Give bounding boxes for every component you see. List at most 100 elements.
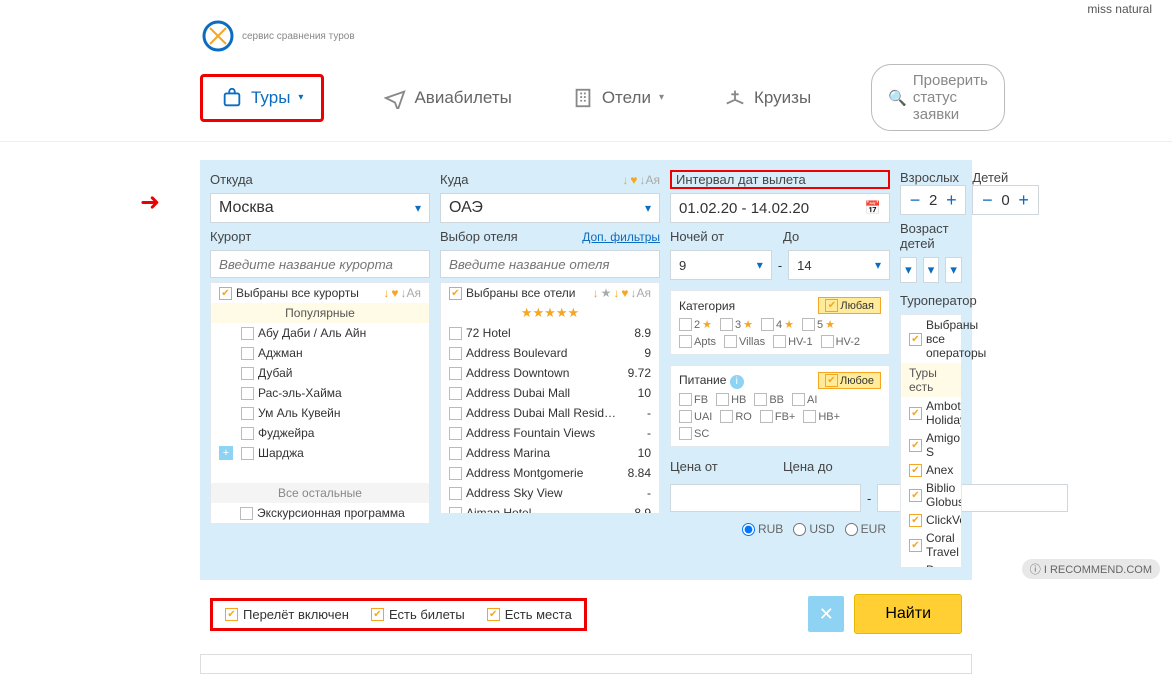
currency-eur[interactable]: EUR bbox=[845, 522, 886, 536]
expand-icon[interactable]: + bbox=[219, 446, 233, 460]
plus-button[interactable]: + bbox=[1010, 186, 1038, 214]
checkbox[interactable]: ✔ bbox=[449, 407, 462, 420]
to-select[interactable]: ОАЭ ▾ bbox=[440, 193, 660, 223]
sort-icons[interactable]: ↓♥ ↓Aя bbox=[383, 286, 421, 300]
nav-flights[interactable]: Авиабилеты bbox=[384, 87, 511, 109]
nav-tours[interactable]: Туры ▾ bbox=[200, 74, 324, 122]
resort-item[interactable]: Ум Аль Кувейн bbox=[258, 406, 341, 420]
resort-item[interactable]: Шарджа bbox=[258, 446, 304, 460]
checkbox[interactable]: ✔ bbox=[909, 333, 922, 346]
check-status-button[interactable]: 🔍 Проверить статус заявки bbox=[871, 64, 1005, 131]
checkbox[interactable]: ✔ bbox=[241, 427, 254, 440]
checkbox[interactable]: ✔ bbox=[241, 407, 254, 420]
hotel-item[interactable]: Address Dubai Mall Resid… bbox=[466, 406, 616, 420]
operator-item[interactable]: De Visu bbox=[926, 563, 953, 567]
checkbox[interactable]: ✔ bbox=[241, 327, 254, 340]
opt-flight-included[interactable]: ✔Перелёт включен bbox=[225, 607, 349, 622]
star-5[interactable]: ✔ 5★ bbox=[802, 318, 835, 331]
star-3[interactable]: ✔ 3★ bbox=[720, 318, 753, 331]
nights-to-select[interactable]: 14▾ bbox=[788, 250, 890, 280]
operator-item[interactable]: Amigo S bbox=[926, 431, 960, 459]
checkbox[interactable]: ✔ bbox=[449, 347, 462, 360]
age-select[interactable]: ▾ bbox=[945, 257, 962, 283]
star-4[interactable]: ✔ 4★ bbox=[761, 318, 794, 331]
adults-stepper[interactable]: − 2 + bbox=[900, 185, 966, 215]
minus-button[interactable]: − bbox=[901, 186, 929, 214]
meal-HB[interactable]: ✔ HB bbox=[716, 393, 746, 406]
roomtype-HV-1[interactable]: ✔ HV-1 bbox=[773, 335, 812, 348]
minus-button[interactable]: − bbox=[973, 186, 1001, 214]
checkbox[interactable]: ✔ bbox=[449, 487, 462, 500]
checkbox[interactable]: ✔ bbox=[241, 347, 254, 360]
checkbox[interactable]: ✔ bbox=[449, 427, 462, 440]
badge-any-meal[interactable]: ✔Любое bbox=[818, 372, 881, 389]
checkbox[interactable]: ✔ bbox=[449, 387, 462, 400]
meal-SC[interactable]: ✔ SC bbox=[679, 427, 709, 440]
meal-HB+[interactable]: ✔ HB+ bbox=[803, 410, 840, 423]
meal-UAI[interactable]: ✔ UAI bbox=[679, 410, 712, 423]
checkbox[interactable]: ✔ bbox=[909, 464, 922, 477]
checkbox[interactable]: ✔ bbox=[909, 539, 922, 552]
from-select[interactable]: Москва ▾ bbox=[210, 193, 430, 223]
hotel-item[interactable]: Address Fountain Views bbox=[466, 426, 595, 440]
meal-FB+[interactable]: ✔ FB+ bbox=[760, 410, 795, 423]
resort-input[interactable] bbox=[210, 250, 430, 278]
currency-rub[interactable]: RUB bbox=[742, 522, 783, 536]
checkbox[interactable]: ✔ bbox=[909, 514, 922, 527]
close-button[interactable]: ✕ bbox=[808, 596, 844, 632]
operator-item[interactable]: Biblio Globus bbox=[926, 481, 961, 509]
age-select[interactable]: ▾ bbox=[923, 257, 940, 283]
roomtype-HV-2[interactable]: ✔ HV-2 bbox=[821, 335, 860, 348]
hotel-item[interactable]: Address Boulevard bbox=[466, 346, 567, 360]
hotel-item[interactable]: Address Montgomerie bbox=[466, 466, 583, 480]
checkbox[interactable]: ✔ bbox=[449, 467, 462, 480]
checkbox[interactable]: ✔ bbox=[219, 287, 232, 300]
hotel-item[interactable]: 72 Hotel bbox=[466, 326, 511, 340]
operator-item[interactable]: Anex bbox=[926, 463, 953, 477]
meal-BB[interactable]: ✔ BB bbox=[754, 393, 784, 406]
checkbox[interactable]: ✔ bbox=[449, 447, 462, 460]
hotel-item[interactable]: Address Marina bbox=[466, 446, 550, 460]
resort-item[interactable]: Дубай bbox=[258, 366, 293, 380]
hotel-item[interactable]: Address Downtown bbox=[466, 366, 569, 380]
find-button[interactable]: Найти bbox=[854, 594, 962, 634]
meal-RO[interactable]: ✔ RO bbox=[720, 410, 752, 423]
hotel-item[interactable]: Address Dubai Mall bbox=[466, 386, 570, 400]
checkbox[interactable]: ✔ bbox=[240, 507, 253, 520]
star-2[interactable]: ✔ 2★ bbox=[679, 318, 712, 331]
checkbox[interactable]: ✔ bbox=[241, 367, 254, 380]
currency-usd[interactable]: USD bbox=[793, 522, 834, 536]
age-select[interactable]: ▾ bbox=[900, 257, 917, 283]
resort-item[interactable]: Аджман bbox=[258, 346, 303, 360]
nav-cruises[interactable]: Круизы bbox=[724, 87, 811, 109]
resort-item[interactable]: Фуджейра bbox=[258, 426, 314, 440]
sort-icons[interactable]: ↓★ ↓♥ ↓Aя bbox=[593, 286, 651, 300]
checkbox[interactable]: ✔ bbox=[449, 287, 462, 300]
checkbox[interactable]: ✔ bbox=[449, 507, 462, 514]
nav-hotels[interactable]: Отели ▾ bbox=[572, 87, 664, 109]
resort-item[interactable]: Рас-эль-Хайма bbox=[258, 386, 342, 400]
meal-FB[interactable]: ✔ FB bbox=[679, 393, 708, 406]
operator-item[interactable]: Ambotis Holidays bbox=[926, 399, 961, 427]
roomtype-Apts[interactable]: ✔ Apts bbox=[679, 335, 716, 348]
checkbox[interactable]: ✔ bbox=[241, 387, 254, 400]
star-filter[interactable]: ★★★★★ bbox=[441, 303, 659, 323]
hotel-item[interactable]: Ajman Hotel bbox=[466, 506, 531, 513]
dates-input[interactable]: 01.02.20 - 14.02.20 📅 bbox=[670, 193, 890, 223]
plus-button[interactable]: + bbox=[937, 186, 965, 214]
hotel-input[interactable] bbox=[440, 250, 660, 278]
nights-from-select[interactable]: 9▾ bbox=[670, 250, 772, 280]
price-from-input[interactable] bbox=[670, 484, 861, 512]
children-stepper[interactable]: − 0 + bbox=[972, 185, 1038, 215]
checkbox[interactable]: ✔ bbox=[241, 447, 254, 460]
meal-AI[interactable]: ✔ AI bbox=[792, 393, 817, 406]
operator-item[interactable]: ClickVoyage bbox=[926, 513, 961, 527]
badge-any-category[interactable]: ✔Любая bbox=[818, 297, 881, 314]
checkbox[interactable]: ✔ bbox=[909, 439, 922, 452]
roomtype-Villas[interactable]: ✔ Villas bbox=[724, 335, 765, 348]
opt-tickets[interactable]: ✔Есть билеты bbox=[371, 607, 465, 622]
sort-icons[interactable]: ↓♥ ↓Aя bbox=[622, 173, 660, 187]
checkbox[interactable]: ✔ bbox=[449, 367, 462, 380]
opt-places[interactable]: ✔Есть места bbox=[487, 607, 572, 622]
checkbox[interactable]: ✔ bbox=[909, 407, 922, 420]
